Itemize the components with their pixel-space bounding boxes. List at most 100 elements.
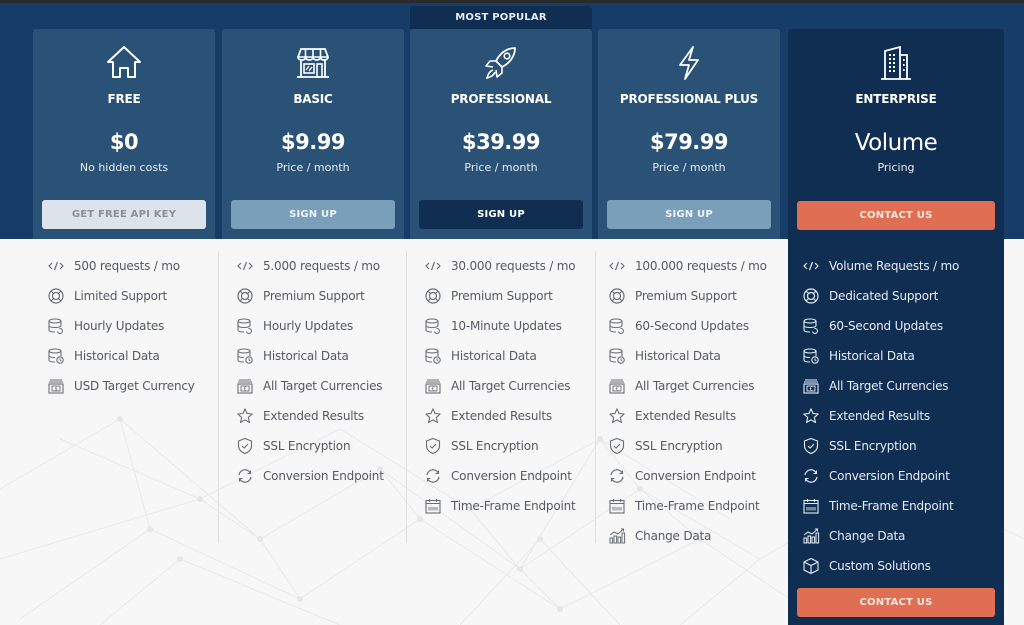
feature-label: Historical Data: [451, 349, 537, 363]
feature-item: SSL Encryption: [424, 431, 576, 461]
feature-item: Conversion Endpoint: [802, 461, 959, 491]
feature-item: Hourly Updates: [236, 311, 384, 341]
feature-item: Premium Support: [424, 281, 576, 311]
contact-us-bottom-button[interactable]: CONTACT US: [797, 588, 995, 617]
feature-label: All Target Currencies: [263, 379, 383, 393]
feature-label: SSL Encryption: [829, 439, 917, 453]
feature-label: 60-Second Updates: [635, 319, 749, 333]
plan-card-basic: BASIC $9.99 Price / month SIGN UP: [222, 29, 404, 239]
feature-item: Extended Results: [802, 401, 959, 431]
feature-label: Premium Support: [263, 289, 365, 303]
lightning-icon: [669, 43, 709, 83]
plan-price: $9.99: [281, 130, 345, 154]
feature-item: Historical Data: [802, 341, 959, 371]
database-clock-icon: [802, 347, 820, 365]
contact-us-button[interactable]: CONTACT US: [797, 201, 995, 230]
feature-label: Time-Frame Endpoint: [635, 499, 760, 513]
plan-price: $0: [109, 130, 139, 154]
professional-plus-sign-up-button[interactable]: SIGN UP: [607, 200, 771, 229]
plan-name: PROFESSIONAL: [450, 92, 552, 106]
svg-text:€: €: [432, 387, 435, 393]
star-icon: [424, 407, 442, 425]
plan-name: ENTERPRISE: [855, 92, 937, 106]
feature-label: Time-Frame Endpoint: [451, 499, 576, 513]
shield-check-icon: [424, 437, 442, 455]
feature-item: 30.000 requests / mo: [424, 251, 576, 281]
feature-item: Historical Data: [236, 341, 384, 371]
svg-text:$: $: [55, 387, 58, 393]
feature-label: Extended Results: [635, 409, 736, 423]
database-refresh-icon: [236, 317, 254, 335]
building-icon: [876, 43, 916, 83]
feature-label: Limited Support: [74, 289, 168, 303]
feature-label: All Target Currencies: [829, 379, 949, 393]
feature-label: 5.000 requests / mo: [263, 259, 380, 273]
feature-label: Dedicated Support: [829, 289, 939, 303]
database-clock-icon: [608, 347, 626, 365]
feature-item: Hourly Updates: [47, 311, 195, 341]
feature-item: Time-Frame Endpoint: [802, 491, 959, 521]
feature-item: Premium Support: [236, 281, 384, 311]
feature-item: SSL Encryption: [236, 431, 384, 461]
code-icon: [424, 257, 442, 275]
currency-euro-icon: €: [608, 377, 626, 395]
plan-name: BASIC: [293, 92, 333, 106]
feature-item: 500 requests / mo: [47, 251, 195, 281]
svg-text:€: €: [810, 387, 813, 393]
feature-label: SSL Encryption: [635, 439, 723, 453]
sync-icon: [424, 467, 442, 485]
get-free-api-key-button[interactable]: GET FREE API KEY: [42, 200, 206, 229]
feature-label: 500 requests / mo: [74, 259, 180, 273]
feature-item: Extended Results: [608, 401, 767, 431]
lifebuoy-icon: [236, 287, 254, 305]
feature-item: Historical Data: [47, 341, 195, 371]
feature-item: € All Target Currencies: [608, 371, 767, 401]
feature-item: Historical Data: [608, 341, 767, 371]
code-icon: [236, 257, 254, 275]
feature-label: Hourly Updates: [74, 319, 165, 333]
professional-sign-up-button[interactable]: SIGN UP: [419, 200, 583, 229]
calendar-icon: [608, 497, 626, 515]
feature-label: Change Data: [829, 529, 906, 543]
database-clock-icon: [47, 347, 65, 365]
feature-label: Conversion Endpoint: [635, 469, 756, 483]
feature-item: 5.000 requests / mo: [236, 251, 384, 281]
plan-card-free: FREE $0 No hidden costs GET FREE API KEY: [33, 29, 215, 239]
plan-price-subtext: Price / month: [276, 161, 350, 174]
sync-icon: [608, 467, 626, 485]
feature-label: Historical Data: [74, 349, 160, 363]
chart-growth-icon: [608, 527, 626, 545]
feature-label: 60-Second Updates: [829, 319, 943, 333]
star-icon: [236, 407, 254, 425]
currency-euro-icon: €: [802, 377, 820, 395]
feature-item: Historical Data: [424, 341, 576, 371]
feature-item: 100.000 requests / mo: [608, 251, 767, 281]
plan-name: FREE: [107, 92, 141, 106]
shield-check-icon: [236, 437, 254, 455]
storefront-icon: [293, 43, 333, 83]
feature-label: Custom Solutions: [829, 559, 931, 573]
sync-icon: [236, 467, 254, 485]
feature-label: Hourly Updates: [263, 319, 354, 333]
lifebuoy-icon: [424, 287, 442, 305]
feature-label: All Target Currencies: [635, 379, 755, 393]
database-refresh-icon: [802, 317, 820, 335]
feature-label: Premium Support: [635, 289, 737, 303]
feature-list-professional: 30.000 requests / mo Premium Support 10-Mi…: [424, 251, 576, 521]
code-icon: [802, 257, 820, 275]
feature-label: Premium Support: [451, 289, 553, 303]
calendar-icon: [424, 497, 442, 515]
feature-label: Extended Results: [829, 409, 930, 423]
feature-item: Volume Requests / mo: [802, 251, 959, 281]
lifebuoy-icon: [802, 287, 820, 305]
svg-text:€: €: [244, 387, 247, 393]
calendar-icon: [802, 497, 820, 515]
feature-item: 60-Second Updates: [608, 311, 767, 341]
database-clock-icon: [236, 347, 254, 365]
currency-dollar-icon: $: [47, 377, 65, 395]
feature-list-professional-plus: 100.000 requests / mo Premium Support 60-S…: [608, 251, 767, 551]
basic-sign-up-button[interactable]: SIGN UP: [231, 200, 395, 229]
feature-label: Historical Data: [829, 349, 915, 363]
database-refresh-icon: [424, 317, 442, 335]
feature-label: Conversion Endpoint: [263, 469, 384, 483]
